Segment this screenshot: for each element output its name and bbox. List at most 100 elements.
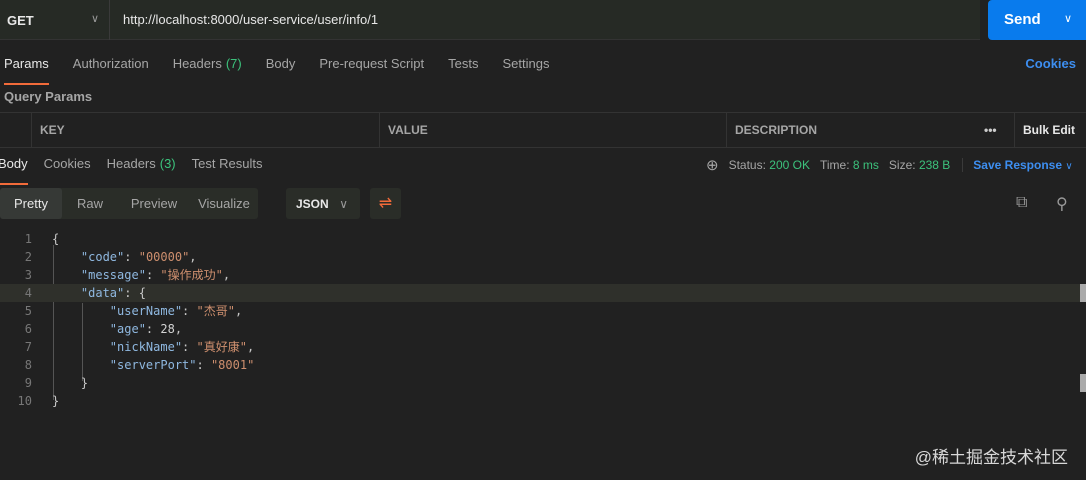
json-punct: , — [189, 250, 197, 264]
code-text: } — [52, 392, 59, 410]
response-tab-headers[interactable]: Headers (3) — [107, 156, 176, 180]
view-raw[interactable]: Raw — [62, 188, 118, 219]
line-number: 4 — [24, 286, 32, 300]
response-tab-body[interactable]: Body — [0, 156, 28, 185]
json-punct: } — [52, 394, 60, 408]
size-value: 238 B — [918, 158, 951, 172]
line-number: 3 — [24, 268, 32, 282]
tab-label: Test Results — [191, 156, 263, 171]
scrollbar[interactable] — [1080, 284, 1086, 302]
view-mode-selector: Pretty Raw Preview Visualize — [0, 188, 258, 219]
json-string: "操作成功" — [160, 268, 223, 282]
json-key: "userName" — [109, 304, 183, 318]
tab-label: Pre-request Script — [319, 56, 425, 71]
code-line: 8 "serverPort": "8001" — [0, 356, 1086, 374]
json-punct: : — [124, 250, 139, 264]
request-tab-body[interactable]: Body — [266, 56, 296, 80]
search-icon[interactable]: ⚲ — [1056, 194, 1068, 214]
line-number: 7 — [24, 340, 32, 354]
url-input[interactable]: http://localhost:8000/user-service/user/… — [123, 12, 378, 27]
tab-label: Headers — [172, 56, 222, 71]
json-punct: , — [234, 304, 243, 318]
line-number: 8 — [24, 358, 32, 372]
response-tab-cookies[interactable]: Cookies — [44, 156, 91, 180]
json-key: "serverPort" — [109, 358, 197, 372]
request-bar: GET ∨ http://localhost:8000/user-service/… — [0, 0, 980, 40]
line-number: 1 — [24, 232, 32, 246]
send-button[interactable]: Send ∨ — [988, 0, 1086, 40]
request-tab-headers[interactable]: Headers (7) — [173, 56, 242, 80]
json-punct: , — [174, 322, 183, 336]
save-response-button[interactable]: Save Response ∨ — [962, 158, 1073, 172]
request-tab-settings[interactable]: Settings — [502, 56, 549, 80]
params-table-header: KEY VALUE DESCRIPTION ••• Bulk Edit — [0, 112, 1086, 148]
json-key: "data" — [80, 286, 125, 300]
json-number: 28 — [160, 322, 175, 336]
code-text: "serverPort": "8001" — [52, 356, 255, 374]
key-column: KEY — [31, 113, 379, 148]
response-status: ⊕ Status: 200 OK Time: 8 ms Size: 238 B … — [706, 156, 1073, 174]
code-line: 1{ — [0, 230, 1086, 248]
request-tab-authorization[interactable]: Authorization — [73, 56, 149, 80]
json-punct: : — [145, 268, 161, 282]
json-punct — [52, 340, 110, 354]
copy-icon[interactable]: ⧉ — [1016, 194, 1027, 212]
bulk-edit-button[interactable]: Bulk Edit — [1014, 113, 1086, 148]
json-punct — [52, 304, 110, 318]
response-tab-test-results[interactable]: Test Results — [192, 156, 263, 180]
chevron-down-icon[interactable]: ∨ — [1064, 12, 1072, 25]
code-line: 10} — [0, 392, 1086, 410]
view-pretty[interactable]: Pretty — [0, 188, 62, 219]
wrap-lines-icon[interactable]: ⇌ — [370, 188, 401, 219]
globe-icon[interactable]: ⊕ — [706, 156, 719, 174]
code-line: 2 "code": "00000", — [0, 248, 1086, 266]
code-text: "userName": "杰哥", — [52, 302, 242, 320]
json-key: "code" — [80, 250, 125, 264]
json-punct: : { — [124, 286, 146, 300]
code-line: 6 "age": 28, — [0, 320, 1086, 338]
response-tabs: Body Cookies Headers (3) Test Results — [0, 156, 278, 185]
tab-count: (3) — [159, 156, 176, 171]
json-punct: , — [246, 340, 255, 354]
json-key: "nickName" — [109, 340, 183, 354]
response-body-editor[interactable]: 1{2 "code": "00000", 3 "message": "操作成功",… — [0, 230, 1086, 410]
view-preview[interactable]: Preview — [118, 188, 190, 219]
json-punct: : — [145, 322, 161, 336]
chevron-down-icon: ∨ — [90, 13, 99, 25]
tab-label: Params — [4, 56, 49, 71]
scrollbar-marker[interactable] — [1080, 374, 1086, 392]
code-line: 9 } — [0, 374, 1086, 392]
status-value: 200 OK — [769, 158, 810, 172]
json-string: "8001" — [210, 358, 255, 372]
format-select[interactable]: JSON ∨ — [286, 188, 360, 219]
json-key: "message" — [80, 268, 146, 282]
json-string: "00000" — [138, 250, 190, 264]
tab-label: Cookies — [43, 156, 91, 171]
json-punct: : — [182, 304, 197, 318]
chevron-down-icon: ∨ — [339, 197, 348, 211]
tab-count: (7) — [225, 56, 242, 71]
code-line: 4 "data": { — [0, 284, 1086, 302]
request-tabs: Params Authorization Headers (7) Body Pre-req… — [4, 56, 573, 85]
line-number: 9 — [24, 376, 32, 390]
request-tab-params[interactable]: Params — [4, 56, 49, 85]
tab-label: Settings — [502, 56, 550, 71]
code-text: "code": "00000", — [52, 248, 197, 266]
json-punct — [52, 268, 81, 282]
code-line: 3 "message": "操作成功", — [0, 266, 1086, 284]
code-text: "data": { — [52, 284, 146, 302]
json-punct: } — [52, 376, 89, 390]
json-punct — [52, 358, 110, 372]
more-icon[interactable]: ••• — [976, 113, 1014, 148]
cookies-link[interactable]: Cookies — [1025, 56, 1076, 71]
json-punct: : — [196, 358, 211, 372]
method-select[interactable]: GET ∨ — [0, 0, 110, 40]
view-visualize[interactable]: Visualize — [190, 188, 258, 219]
request-tab-tests[interactable]: Tests — [448, 56, 478, 80]
time-label: Time: — [819, 158, 850, 172]
request-tab-pre-request-script[interactable]: Pre-request Script — [319, 56, 424, 80]
json-punct: : — [182, 340, 197, 354]
json-punct: { — [52, 232, 60, 246]
code-line: 5 "userName": "杰哥", — [0, 302, 1086, 320]
code-text: "message": "操作成功", — [52, 266, 230, 284]
